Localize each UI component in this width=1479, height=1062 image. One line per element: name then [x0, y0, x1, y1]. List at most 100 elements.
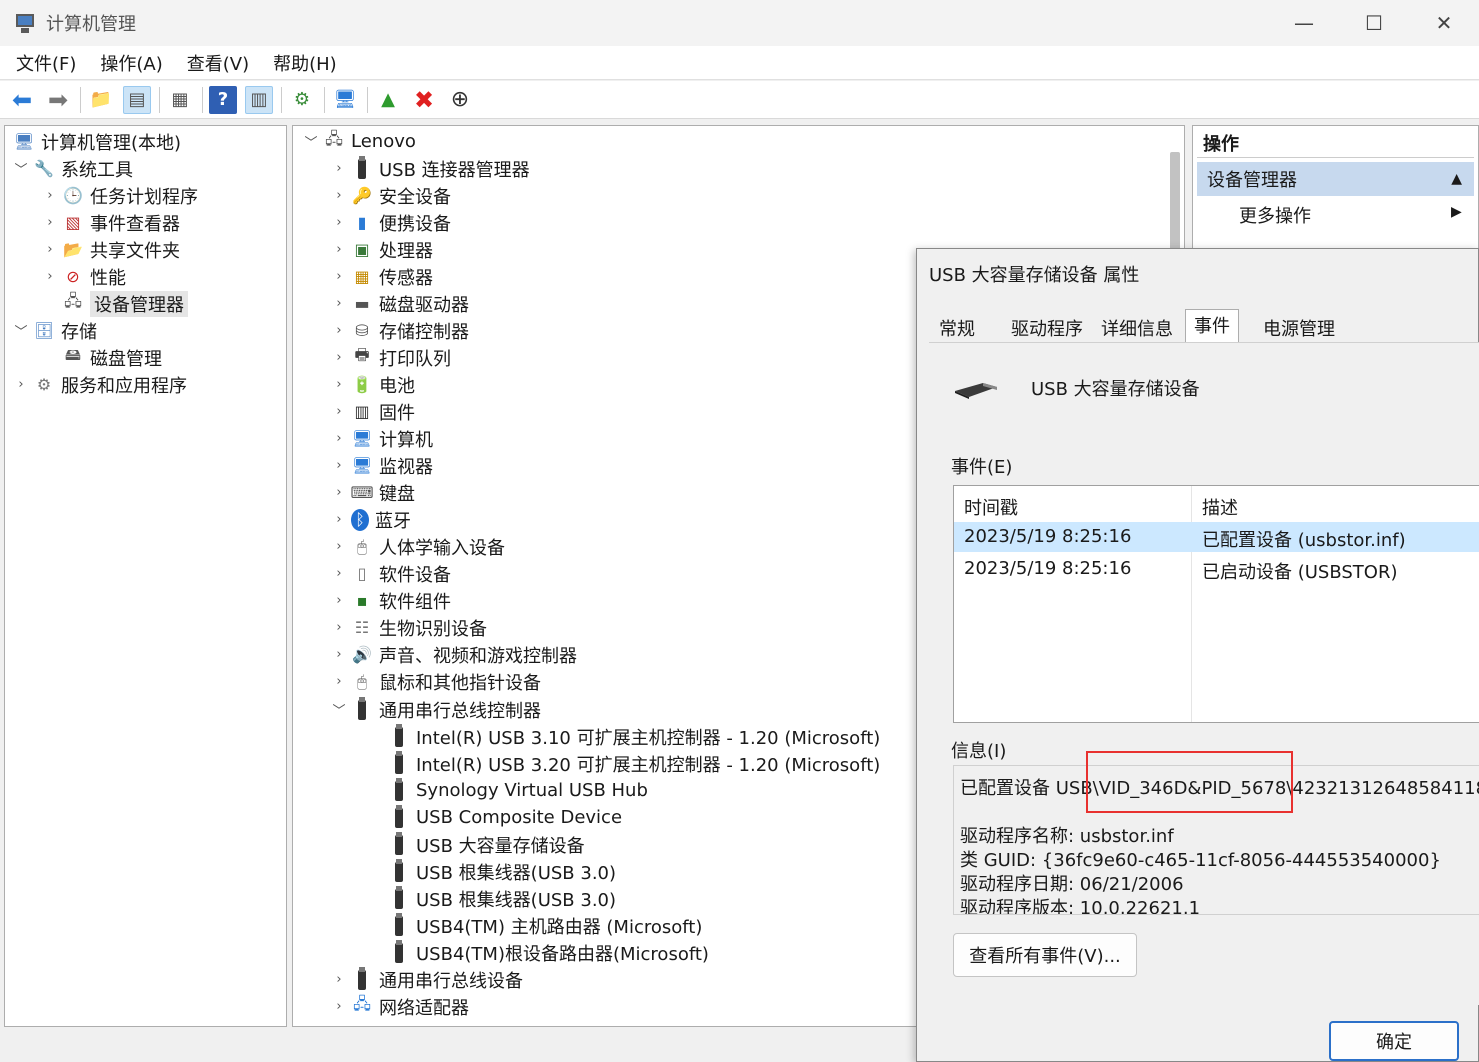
- chevron-right-icon[interactable]: ›: [331, 620, 347, 635]
- tree-item-device-manager[interactable]: 🖧 设备管理器: [58, 290, 188, 317]
- chevron-right-icon[interactable]: ›: [42, 188, 58, 203]
- menu-help[interactable]: 帮助(H): [273, 50, 337, 76]
- chevron-down-icon[interactable]: ﹀: [13, 159, 29, 178]
- chevron-right-icon[interactable]: ›: [331, 566, 347, 581]
- tree-item[interactable]: USB 根集线器(USB 3.0): [384, 858, 616, 885]
- tree-item[interactable]: › ⌨ 键盘: [331, 479, 415, 506]
- chevron-right-icon[interactable]: ›: [331, 593, 347, 608]
- chevron-right-icon[interactable]: ›: [13, 377, 29, 392]
- chevron-right-icon[interactable]: ›: [331, 377, 347, 392]
- back-arrow-icon[interactable]: ⬅: [8, 86, 36, 114]
- chevron-right-icon[interactable]: ›: [331, 539, 347, 554]
- chevron-right-icon[interactable]: ›: [331, 161, 347, 176]
- actions-group-device-manager[interactable]: 设备管理器 ▲: [1197, 162, 1474, 196]
- submenu-arrow-icon[interactable]: ▶: [1451, 204, 1462, 220]
- help-icon[interactable]: ?: [209, 85, 237, 114]
- tree-item-services-apps[interactable]: › ⚙ 服务和应用程序: [13, 371, 187, 398]
- tree-item[interactable]: › 🖱 鼠标和其他指针设备: [331, 668, 541, 695]
- tree-item[interactable]: › ▣ 处理器: [331, 236, 433, 263]
- uninstall-device-icon[interactable]: ✖: [410, 86, 438, 114]
- tree-item[interactable]: › ⛁ 存储控制器: [331, 317, 469, 344]
- tree-item[interactable]: › 🖧 网络适配器: [331, 993, 469, 1020]
- tree-item[interactable]: USB4(TM) 主机路由器 (Microsoft): [384, 912, 702, 939]
- update-driver-icon[interactable]: ▲: [374, 86, 402, 114]
- tree-item[interactable]: › ᛒ 蓝牙: [331, 506, 411, 533]
- tree-item[interactable]: › ▦ 传感器: [331, 263, 433, 290]
- maximize-button[interactable]: ☐: [1339, 0, 1409, 46]
- chevron-right-icon[interactable]: ›: [331, 215, 347, 230]
- chevron-right-icon[interactable]: ›: [42, 242, 58, 257]
- minimize-button[interactable]: —: [1269, 0, 1339, 46]
- tree-item[interactable]: › 🖥 监视器: [331, 452, 433, 479]
- show-hide-tree-icon[interactable]: ▤: [123, 85, 151, 114]
- chevron-right-icon[interactable]: ›: [331, 242, 347, 257]
- chevron-right-icon[interactable]: ›: [331, 296, 347, 311]
- tree-item[interactable]: Synology Virtual USB Hub: [384, 777, 648, 804]
- close-button[interactable]: ✕: [1409, 0, 1479, 46]
- tree-item[interactable]: › ▪ 软件组件: [331, 587, 451, 614]
- tree-item[interactable]: › 🖱 人体学输入设备: [331, 533, 505, 560]
- table-row[interactable]: 2023/5/19 8:25:16 已启动设备 (USBSTOR): [954, 554, 1479, 584]
- tree-item[interactable]: USB 大容量存储设备: [384, 831, 585, 858]
- tree-item[interactable]: › ☷ 生物识别设备: [331, 614, 487, 641]
- chevron-down-icon[interactable]: ﹀: [331, 700, 347, 719]
- show-action-pane-icon[interactable]: ▥: [245, 85, 273, 114]
- chevron-right-icon[interactable]: ›: [331, 999, 347, 1014]
- chevron-right-icon[interactable]: ›: [331, 647, 347, 662]
- tree-item[interactable]: › 🔑 安全设备: [331, 182, 451, 209]
- chevron-right-icon[interactable]: ›: [331, 404, 347, 419]
- tree-item[interactable]: › USB 连接器管理器: [331, 155, 530, 182]
- up-folder-icon[interactable]: 📁: [87, 86, 115, 114]
- chevron-right-icon[interactable]: ›: [331, 674, 347, 689]
- tree-item[interactable]: USB4(TM)根设备路由器(Microsoft): [384, 939, 709, 966]
- chevron-right-icon[interactable]: ›: [331, 431, 347, 446]
- chevron-right-icon[interactable]: ›: [331, 269, 347, 284]
- tree-item[interactable]: Intel(R) USB 3.10 可扩展主机控制器 - 1.20 (Micro…: [384, 723, 880, 750]
- chevron-down-icon[interactable]: ﹀: [303, 132, 319, 151]
- tree-item[interactable]: › ▬ 磁盘驱动器: [331, 290, 469, 317]
- tree-item-lenovo[interactable]: ﹀ 🖧 Lenovo: [303, 128, 415, 155]
- tree-item-computer-management[interactable]: 🖥 计算机管理(本地): [9, 128, 181, 155]
- menu-view[interactable]: 查看(V): [187, 50, 249, 76]
- chevron-right-icon[interactable]: ›: [331, 350, 347, 365]
- tree-item[interactable]: › 🔋 电池: [331, 371, 415, 398]
- chevron-right-icon[interactable]: ›: [331, 512, 347, 527]
- disable-device-icon[interactable]: ⊕: [446, 86, 474, 114]
- tree-item[interactable]: Intel(R) USB 3.20 可扩展主机控制器 - 1.20 (Micro…: [384, 750, 880, 777]
- tree-item-disk-management[interactable]: 🖴 磁盘管理: [58, 344, 162, 371]
- tab-events[interactable]: 事件: [1185, 309, 1239, 342]
- tree-item-storage[interactable]: ﹀ 🗄 存储: [13, 317, 97, 344]
- tree-item[interactable]: › 🖶 打印队列: [331, 344, 451, 371]
- table-row[interactable]: 2023/5/19 8:25:16 已配置设备 (usbstor.inf): [954, 522, 1479, 552]
- collapse-triangle-icon[interactable]: ▲: [1451, 171, 1462, 187]
- tab-details[interactable]: 详细信息: [1093, 313, 1181, 343]
- chevron-right-icon[interactable]: ›: [331, 485, 347, 500]
- tree-item-system-tools[interactable]: ﹀ 🔧 系统工具: [13, 155, 133, 182]
- scan-hardware-icon[interactable]: ⚙: [288, 86, 316, 114]
- view-all-events-button[interactable]: 查看所有事件(V)...: [953, 933, 1137, 977]
- chevron-right-icon[interactable]: ›: [331, 458, 347, 473]
- more-actions[interactable]: 更多操作: [1239, 202, 1311, 228]
- ok-button[interactable]: 确定: [1329, 1021, 1459, 1061]
- column-header-desc[interactable]: 描述: [1202, 494, 1238, 520]
- chevron-down-icon[interactable]: ﹀: [13, 321, 29, 340]
- tree-item[interactable]: › ▯ 软件设备: [331, 560, 451, 587]
- menu-file[interactable]: 文件(F): [16, 50, 76, 76]
- tree-item[interactable]: › 🖥 计算机: [331, 425, 433, 452]
- tree-item[interactable]: › ▥ 固件: [331, 398, 415, 425]
- chevron-right-icon[interactable]: ›: [331, 188, 347, 203]
- column-header-time[interactable]: 时间戳: [964, 494, 1018, 520]
- chevron-right-icon[interactable]: ›: [331, 972, 347, 987]
- tab-driver[interactable]: 驱动程序: [1003, 313, 1091, 343]
- tree-item-shared-folders[interactable]: › 📂 共享文件夹: [42, 236, 180, 263]
- tree-item[interactable]: USB 根集线器(USB 3.0): [384, 885, 616, 912]
- tree-item[interactable]: › ▮ 便携设备: [331, 209, 451, 236]
- monitor-icon[interactable]: 🖥: [331, 86, 359, 114]
- menu-action[interactable]: 操作(A): [100, 50, 162, 76]
- tree-item[interactable]: › 🔊 声音、视频和游戏控制器: [331, 641, 577, 668]
- chevron-right-icon[interactable]: ›: [42, 215, 58, 230]
- tree-item[interactable]: USB Composite Device: [384, 804, 622, 831]
- tree-item-usb-controllers[interactable]: ﹀ 通用串行总线控制器: [331, 696, 541, 723]
- tree-item[interactable]: › 通用串行总线设备: [331, 966, 523, 993]
- properties-icon[interactable]: ▦: [166, 86, 194, 114]
